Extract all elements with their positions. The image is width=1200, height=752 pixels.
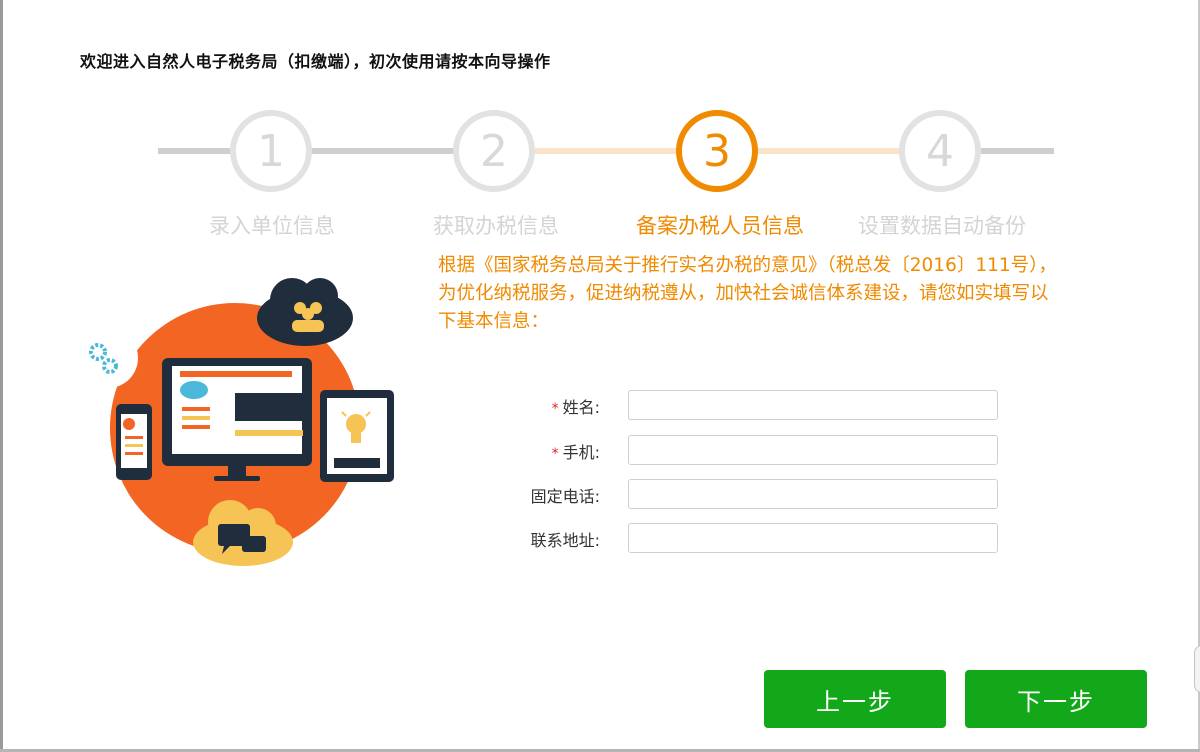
step-3-circle: 3 (676, 110, 758, 192)
gear-icon (78, 328, 138, 388)
prev-step-button[interactable]: 上一步 (764, 670, 946, 728)
side-collapse-tab[interactable] (1194, 645, 1200, 693)
step-2-label: 获取办税信息 (433, 214, 559, 238)
step-track-end (980, 148, 1054, 154)
people-cloud-icon (257, 278, 353, 346)
step-1-circle: 1 (230, 110, 312, 192)
next-step-button[interactable]: 下一步 (965, 670, 1147, 728)
form-row-address: 联系地址: (480, 523, 1040, 553)
mobile-label: * 手机: (551, 443, 600, 462)
phone-icon (116, 404, 152, 480)
name-label: * 姓名: (551, 398, 600, 417)
form-row-name: * 姓名: (480, 390, 1040, 420)
step-3-label: 备案办税人员信息 (636, 214, 804, 238)
landline-input[interactable] (628, 479, 998, 509)
step-4-circle: 4 (899, 110, 981, 192)
name-input[interactable] (628, 390, 998, 420)
window-left-border (0, 0, 3, 752)
page-title: 欢迎进入自然人电子税务局（扣缴端），初次使用请按本向导操作 (80, 52, 551, 71)
form-row-mobile: * 手机: (480, 435, 1040, 465)
notice-text: 根据《国家税务总局关于推行实名办税的意见》（税总发〔2016〕111号），为优化… (438, 255, 1057, 332)
required-mark: * (551, 446, 559, 462)
step-2-circle: 2 (453, 110, 535, 192)
step-4-label: 设置数据自动备份 (858, 214, 1026, 238)
landline-label: 固定电话: (530, 487, 600, 506)
required-mark: * (551, 401, 559, 417)
illustration (78, 270, 400, 580)
tablet-icon (320, 390, 394, 482)
mobile-input[interactable] (628, 435, 998, 465)
address-input[interactable] (628, 523, 998, 553)
monitor-icon (162, 358, 312, 481)
address-label: 联系地址: (530, 531, 600, 550)
step-1-label: 录入单位信息 (209, 214, 335, 238)
form-row-landline: 固定电话: (480, 479, 1040, 509)
